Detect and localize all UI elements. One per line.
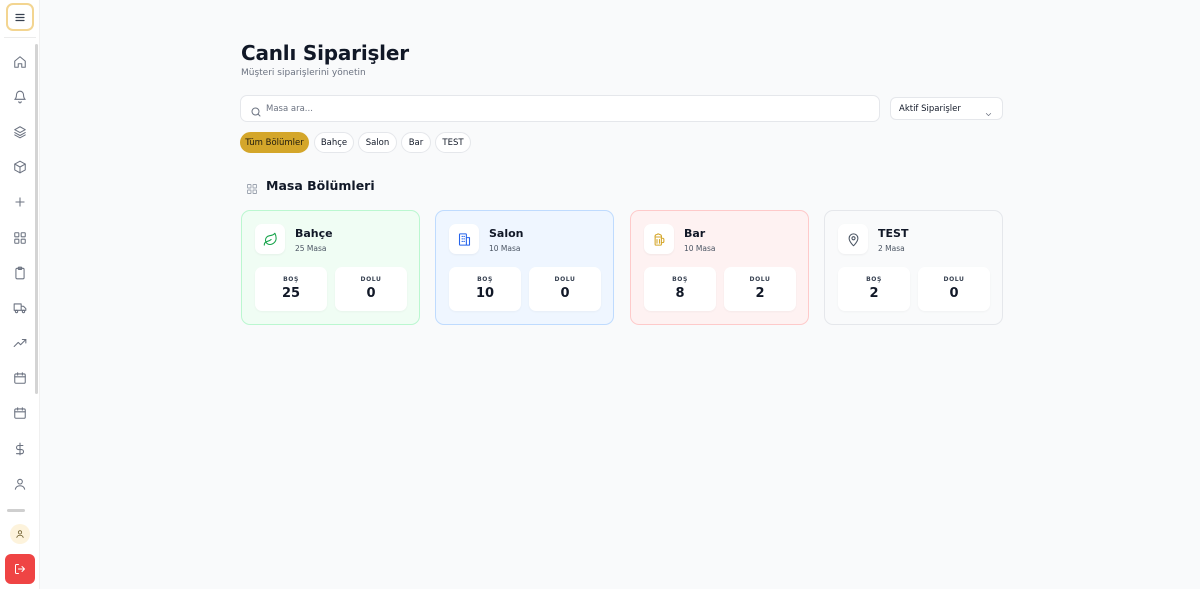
plus-icon [15, 197, 25, 207]
sidebar-item-finance[interactable] [10, 439, 30, 459]
stat-label: BOŞ [866, 276, 882, 283]
stat-label: DOLU [360, 276, 382, 283]
sidebar-item-home[interactable] [10, 52, 30, 72]
stat-full: DOLU 0 [529, 267, 601, 311]
stat-label: DOLU [554, 276, 576, 283]
section-card-bahce[interactable]: Bahçe 25 Masa BOŞ 25 DOLU 0 [241, 210, 420, 325]
map-pin-icon [848, 232, 858, 246]
layers-icon [14, 126, 26, 139]
grid-icon [246, 180, 258, 194]
stat-value: 0 [366, 286, 376, 301]
sidebar-item-products[interactable] [10, 157, 30, 177]
trending-up-icon [13, 338, 27, 348]
card-title: Salon [489, 227, 524, 240]
avatar[interactable] [10, 524, 30, 544]
sidebar-item-calendar[interactable] [10, 368, 30, 388]
card-icon-wrap [449, 224, 479, 254]
card-icon-wrap [255, 224, 285, 254]
bell-icon [14, 90, 26, 104]
search-box[interactable] [240, 95, 880, 122]
sidebar-item-layers[interactable] [10, 122, 30, 142]
stat-label: BOŞ [477, 276, 493, 283]
grid-icon [14, 232, 26, 244]
stat-value: 2 [755, 286, 765, 301]
logout-icon [15, 564, 25, 574]
stat-label: BOŞ [283, 276, 299, 283]
stat-value: 25 [281, 286, 301, 301]
chevron-down-icon [984, 104, 993, 116]
stat-empty: BOŞ 10 [449, 267, 521, 311]
card-title: Bahçe [295, 227, 333, 240]
sidebar-item-add[interactable] [10, 192, 30, 212]
sidebar [0, 0, 40, 589]
page-subtitle: Müşteri siparişlerini yönetin [241, 68, 366, 78]
sidebar-item-grid[interactable] [10, 228, 30, 248]
card-table-count: 10 Masa [489, 244, 521, 253]
stat-full: DOLU 0 [335, 267, 407, 311]
order-status-select[interactable]: Aktif Siparişler [890, 97, 1003, 120]
beer-icon [654, 233, 664, 246]
stat-full: DOLU 2 [724, 267, 796, 311]
search-input[interactable] [266, 100, 866, 118]
sidebar-item-users[interactable] [10, 474, 30, 494]
calendar-icon [14, 372, 26, 384]
stat-value: 10 [475, 286, 495, 301]
stat-value: 0 [560, 286, 570, 301]
leaf-icon [263, 232, 277, 246]
sidebar-scrollbar[interactable] [35, 44, 38, 394]
stat-label: BOŞ [672, 276, 688, 283]
stat-value: 8 [675, 286, 685, 301]
card-table-count: 2 Masa [878, 244, 905, 253]
sidebar-item-notifications[interactable] [10, 87, 30, 107]
filter-chip-test[interactable]: TEST [435, 132, 471, 153]
section-card-salon[interactable]: Salon 10 Masa BOŞ 10 DOLU 0 [435, 210, 614, 325]
clipboard-icon [15, 266, 25, 280]
filter-chip-bar[interactable]: Bar [401, 132, 431, 153]
card-icon-wrap [644, 224, 674, 254]
filter-chip-salon[interactable]: Salon [358, 132, 397, 153]
building-icon [458, 232, 470, 246]
card-title: TEST [878, 227, 909, 240]
sidebar-item-delivery[interactable] [10, 298, 30, 318]
stat-label: DOLU [943, 276, 965, 283]
dollar-icon [15, 442, 25, 456]
sidebar-item-reports[interactable] [10, 333, 30, 353]
stat-empty: BOŞ 2 [838, 267, 910, 311]
card-title: Bar [684, 227, 706, 240]
user-icon [16, 530, 24, 538]
sidebar-item-orders[interactable] [10, 263, 30, 283]
stat-empty: BOŞ 25 [255, 267, 327, 311]
stat-value: 2 [869, 286, 879, 301]
sidebar-item-reservations[interactable] [10, 403, 30, 423]
order-status-select-value: Aktif Siparişler [899, 103, 961, 114]
user-icon [14, 478, 26, 490]
calendar-icon [14, 407, 26, 419]
stat-full: DOLU 0 [918, 267, 990, 311]
section-title: Masa Bölümleri [266, 178, 375, 193]
home-icon [14, 56, 26, 68]
card-icon-wrap [838, 224, 868, 254]
page-title: Canlı Siparişler [241, 41, 409, 65]
truck-icon [13, 303, 27, 314]
stat-label: DOLU [749, 276, 771, 283]
stat-value: 0 [949, 286, 959, 301]
card-table-count: 10 Masa [684, 244, 716, 253]
logout-button[interactable] [5, 554, 35, 584]
sidebar-horizontal-scrollbar[interactable] [7, 509, 25, 512]
menu-toggle-button[interactable] [6, 3, 34, 31]
stat-empty: BOŞ 8 [644, 267, 716, 311]
section-card-test[interactable]: TEST 2 Masa BOŞ 2 DOLU 0 [824, 210, 1003, 325]
sidebar-divider [4, 37, 36, 38]
filter-chip-bahce[interactable]: Bahçe [314, 132, 354, 153]
section-card-bar[interactable]: Bar 10 Masa BOŞ 8 DOLU 2 [630, 210, 809, 325]
box-icon [14, 160, 26, 174]
hamburger-icon [15, 13, 25, 21]
filter-chip-all[interactable]: Tüm Bölümler [240, 132, 309, 153]
search-icon [250, 103, 262, 117]
card-table-count: 25 Masa [295, 244, 327, 253]
